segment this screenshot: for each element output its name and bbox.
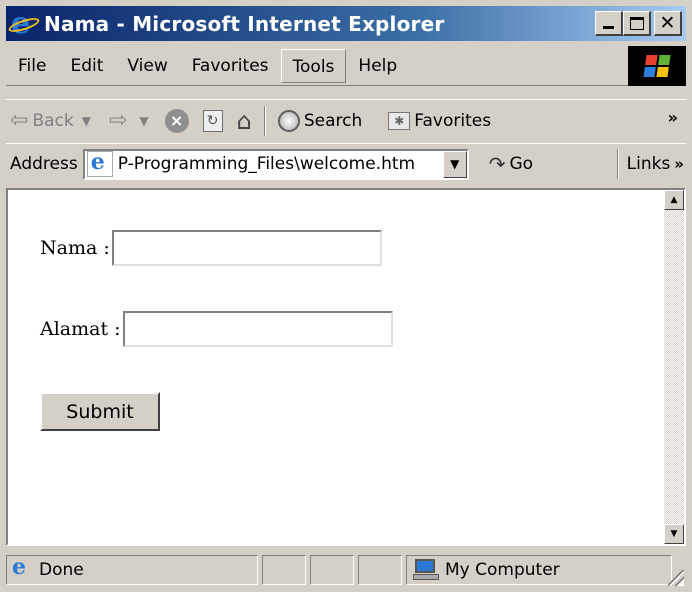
scroll-down-button[interactable]: ▼: [664, 524, 684, 544]
page-status-icon: e: [12, 554, 26, 580]
page-icon: e: [86, 149, 113, 177]
nama-row: Nama :: [40, 230, 382, 266]
scroll-up-button[interactable]: ▲: [664, 190, 684, 210]
chevron-down-icon: ▼: [450, 157, 460, 171]
alamat-row: Alamat :: [40, 311, 393, 347]
menu-edit[interactable]: Edit: [58, 49, 115, 83]
menu-view[interactable]: View: [115, 49, 179, 83]
maximize-icon: [629, 16, 644, 30]
address-dropdown-button[interactable]: ▼: [442, 150, 467, 178]
links-label: Links: [626, 154, 671, 174]
menu-file[interactable]: File: [6, 49, 58, 83]
window-title: Nama - Microsoft Internet Explorer: [44, 11, 445, 36]
back-button[interactable]: ⇦ Back ▼: [6, 104, 95, 138]
back-label: Back: [32, 110, 74, 131]
home-icon: ⌂: [236, 106, 252, 135]
arrow-up-icon: ▲: [670, 195, 678, 205]
go-arrow-icon: ↷: [488, 152, 506, 176]
my-computer-icon: [413, 559, 439, 581]
search-label: Search: [303, 110, 363, 131]
minimize-button[interactable]: [595, 11, 623, 36]
links-overflow-chevron[interactable]: »: [674, 155, 684, 173]
status-text: Done: [39, 560, 84, 580]
minimize-icon: [603, 26, 614, 29]
browser-window: e Nama - Microsoft Internet Explorer ✕ F…: [0, 0, 692, 592]
title-bar[interactable]: e Nama - Microsoft Internet Explorer ✕: [6, 6, 686, 41]
address-input[interactable]: e P-Programming_Files\welcome.htm ▼: [82, 148, 469, 180]
menu-help[interactable]: Help: [346, 49, 409, 83]
status-zone-pane: My Computer: [406, 555, 672, 585]
address-url: P-Programming_Files\welcome.htm: [117, 154, 416, 174]
back-arrow-icon: ⇦: [10, 108, 29, 133]
favorites-label: Favorites: [414, 110, 492, 131]
close-button[interactable]: ✕: [654, 11, 682, 36]
favorites-button[interactable]: ✱ Favorites: [384, 104, 495, 138]
vertical-scrollbar[interactable]: ▲ ▼: [664, 190, 684, 544]
address-bar: Address e P-Programming_Files\welcome.ht…: [6, 143, 686, 184]
status-text-pane: e Done: [6, 554, 258, 585]
home-button[interactable]: ⌂: [233, 104, 256, 138]
links-separator: [616, 149, 619, 179]
stop-button[interactable]: ×: [161, 104, 193, 138]
back-dropdown-icon[interactable]: ▼: [82, 114, 91, 128]
resize-grip[interactable]: [668, 570, 684, 586]
status-pane-lock: [310, 555, 354, 585]
search-icon: [277, 109, 300, 132]
status-bar: e Done My Computer: [6, 552, 686, 588]
menu-bar: File Edit View Favorites Tools Help: [6, 46, 686, 86]
favorites-icon: ✱: [388, 111, 411, 130]
go-button[interactable]: ↷ Go: [489, 152, 533, 176]
maximize-button[interactable]: [623, 11, 651, 36]
forward-button[interactable]: ⇨ ▼: [105, 104, 153, 138]
stop-icon: ×: [164, 108, 189, 133]
window-controls: ✕: [595, 11, 682, 36]
go-label: Go: [509, 154, 534, 174]
address-label: Address: [10, 154, 78, 174]
standard-toolbar: ⇦ Back ▼ ⇨ ▼ × ↻ ⌂ Search ✱ Favorites »: [6, 99, 686, 141]
arrow-down-icon: ▼: [670, 529, 678, 539]
refresh-icon: ↻: [202, 109, 223, 132]
zone-label: My Computer: [445, 560, 560, 580]
page-content: Nama : Alamat : Submit ▲ ▼: [6, 188, 686, 546]
forward-arrow-icon: ⇨: [108, 108, 128, 133]
search-button[interactable]: Search: [274, 104, 366, 138]
status-pane-blocked: [358, 555, 402, 585]
alamat-input[interactable]: [122, 311, 393, 347]
submit-button[interactable]: Submit: [40, 392, 160, 431]
toolbar-separator: [263, 105, 266, 136]
toolbar-overflow-chevron[interactable]: »: [668, 108, 678, 127]
forward-dropdown-icon[interactable]: ▼: [139, 114, 148, 128]
close-icon: ✕: [659, 11, 676, 34]
links-bar[interactable]: Links »: [616, 149, 684, 179]
menu-tools[interactable]: Tools: [280, 48, 347, 83]
web-page: Nama : Alamat : Submit: [8, 190, 664, 544]
refresh-button[interactable]: ↻: [199, 104, 227, 138]
alamat-label: Alamat :: [40, 318, 121, 340]
menu-favorites[interactable]: Favorites: [180, 49, 281, 83]
ie-logo-icon: e: [7, 6, 41, 41]
nama-label: Nama :: [40, 237, 110, 259]
status-pane-progress: [262, 555, 306, 585]
nama-input[interactable]: [111, 230, 382, 266]
windows-flag-icon: [628, 46, 686, 86]
